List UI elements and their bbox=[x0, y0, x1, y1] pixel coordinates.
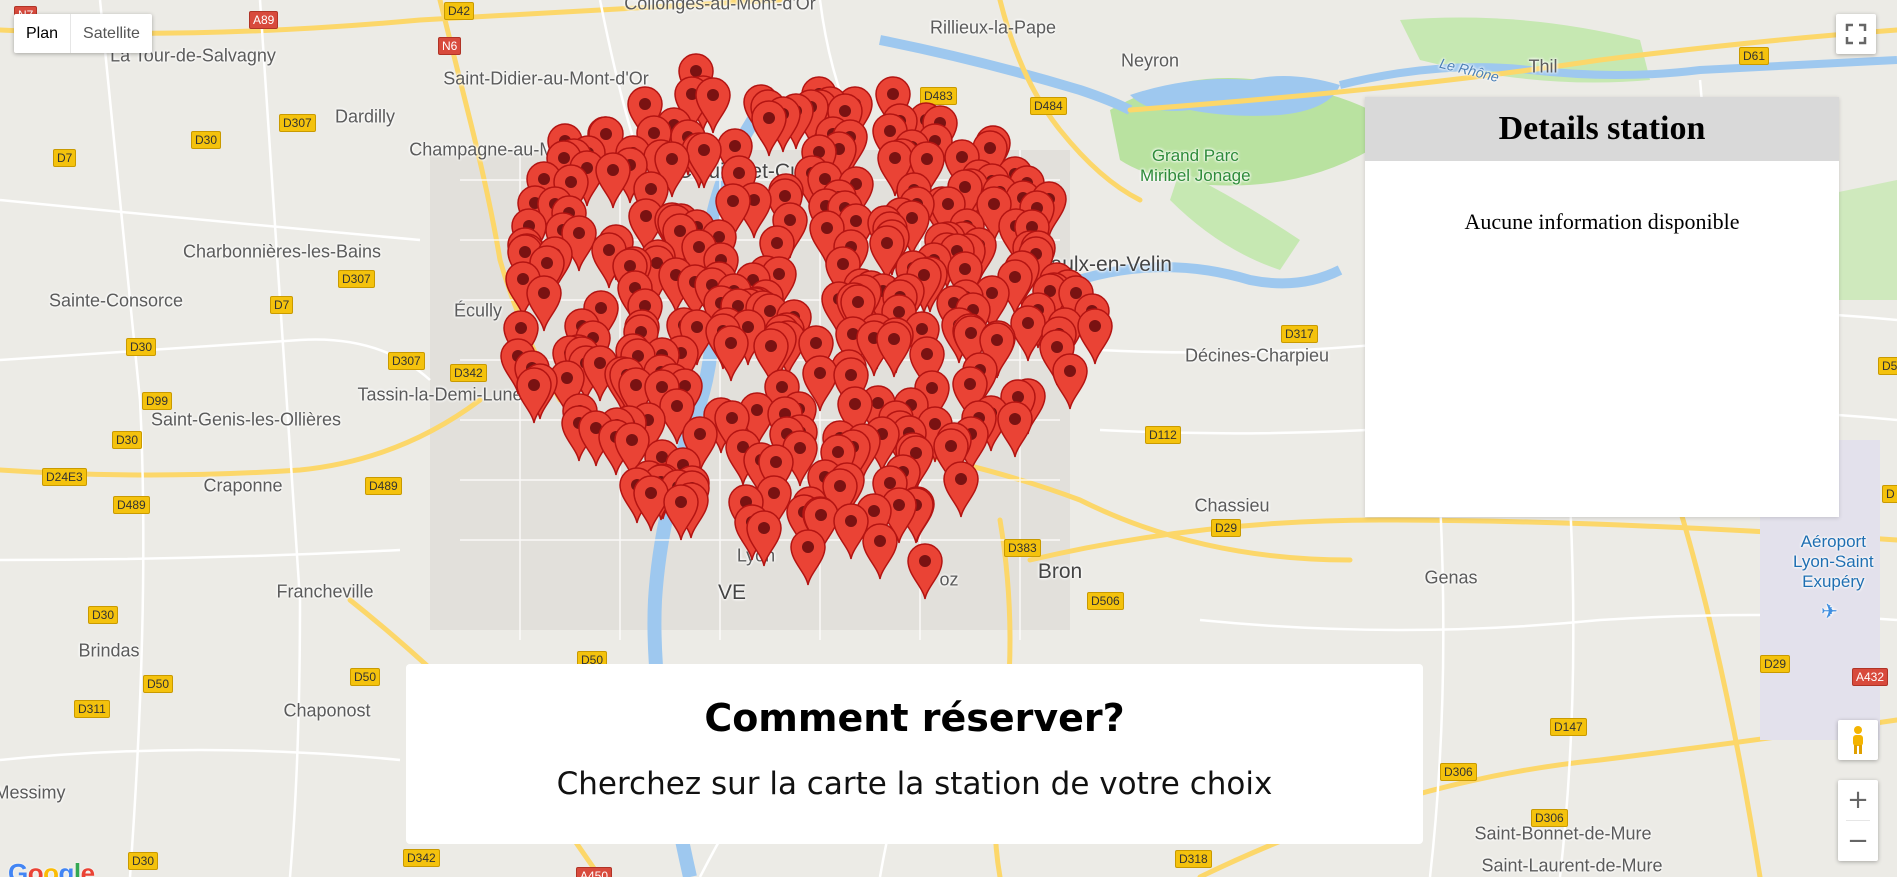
minus-icon: − bbox=[1847, 826, 1869, 856]
reservation-instructions-panel: Comment réserver? Cherchez sur la carte … bbox=[406, 664, 1423, 844]
place-label: Chassieu bbox=[1194, 495, 1270, 516]
place-label: Genas bbox=[1424, 567, 1478, 588]
road-shield: D307 bbox=[279, 114, 316, 132]
road-shield: D30 bbox=[126, 338, 157, 356]
place-label: Saint-Laurent-de-Mure bbox=[1481, 855, 1663, 876]
road-shield: D307 bbox=[388, 352, 425, 370]
road-shield: D112 bbox=[1145, 426, 1181, 444]
station-details-panel: Details station Aucune information dispo… bbox=[1365, 97, 1839, 517]
map-type-control: Plan Satellite bbox=[14, 14, 152, 53]
station-marker[interactable] bbox=[789, 528, 827, 586]
road-shield: D29 bbox=[1211, 519, 1242, 537]
road-shield: D342 bbox=[403, 849, 440, 867]
road-shield: D bbox=[1882, 485, 1897, 503]
place-label: Décines-Charpieu bbox=[1184, 345, 1330, 366]
road-shield: D317 bbox=[1281, 325, 1318, 343]
place-label: Tassin-la-Demi-Lune bbox=[357, 384, 523, 405]
road-shield: A432 bbox=[1852, 668, 1889, 686]
road-shield: D50 bbox=[350, 668, 381, 686]
road-shield: D484 bbox=[1030, 97, 1067, 115]
details-title: Details station bbox=[1498, 110, 1706, 147]
road-shield: A450 bbox=[576, 867, 613, 877]
station-marker[interactable] bbox=[1051, 352, 1089, 410]
place-label: VE bbox=[717, 581, 747, 604]
map-type-satellite-button[interactable]: Satellite bbox=[71, 14, 152, 53]
park-label: Grand Parc Miribel Jonage bbox=[1140, 146, 1251, 185]
place-label: Charbonnières-les-Bains bbox=[182, 241, 382, 262]
google-logo: Google bbox=[8, 858, 95, 877]
road-shield: D506 bbox=[1087, 592, 1124, 610]
place-label: Francheville bbox=[276, 581, 374, 602]
road-shield: D24E3 bbox=[42, 468, 87, 486]
place-label: Brindas bbox=[78, 640, 140, 661]
road-shield: D7 bbox=[270, 296, 294, 314]
station-marker[interactable] bbox=[906, 542, 944, 600]
place-label: Dardilly bbox=[334, 106, 396, 127]
airport-label: Aéroport Lyon-Saint Exupéry bbox=[1793, 532, 1874, 591]
reserve-subtitle: Cherchez sur la carte la station de votr… bbox=[556, 766, 1273, 802]
place-label: Collonges-au-Mont-d'Or bbox=[624, 0, 816, 14]
road-shield: D30 bbox=[88, 606, 119, 624]
map-type-plan-button[interactable]: Plan bbox=[14, 14, 70, 53]
road-shield: D489 bbox=[113, 496, 150, 514]
place-label: Rillieux-la-Pape bbox=[929, 17, 1057, 38]
place-label: Neyron bbox=[1120, 50, 1180, 71]
station-marker[interactable] bbox=[942, 460, 980, 518]
place-label: Craponne bbox=[203, 475, 283, 496]
road-shield: N6 bbox=[438, 37, 462, 55]
street-view-pegman-button[interactable] bbox=[1838, 720, 1878, 760]
road-shield: D318 bbox=[1175, 850, 1212, 868]
pegman-icon bbox=[1853, 726, 1863, 754]
fullscreen-button[interactable] bbox=[1836, 14, 1876, 54]
place-label: Bron bbox=[1037, 560, 1083, 583]
station-marker[interactable] bbox=[515, 366, 553, 424]
fullscreen-icon bbox=[1845, 23, 1867, 45]
road-shield: D147 bbox=[1550, 718, 1587, 736]
plus-icon: + bbox=[1847, 785, 1869, 815]
road-shield: D30 bbox=[191, 131, 222, 149]
reserve-title: Comment réserver? bbox=[704, 696, 1125, 740]
road-shield: D489 bbox=[365, 477, 402, 495]
place-label: Chaponost bbox=[283, 700, 371, 721]
station-marker[interactable] bbox=[861, 522, 899, 580]
road-shield: D5 bbox=[1878, 357, 1897, 375]
road-shield: D99 bbox=[142, 392, 173, 410]
road-shield: D383 bbox=[1004, 539, 1041, 557]
place-label: Écully bbox=[453, 300, 503, 321]
details-message: Aucune information disponible bbox=[1464, 209, 1740, 234]
airport-icon: ✈ bbox=[1821, 601, 1838, 623]
station-marker[interactable] bbox=[745, 509, 783, 567]
road-shield: D307 bbox=[338, 270, 375, 288]
road-shield: D30 bbox=[128, 852, 159, 870]
road-shield: D342 bbox=[450, 364, 487, 382]
zoom-out-button[interactable]: − bbox=[1838, 821, 1878, 861]
station-marker[interactable] bbox=[996, 400, 1034, 458]
place-label: Thil bbox=[1528, 56, 1558, 77]
place-label: Saint-Genis-les-Ollières bbox=[150, 409, 342, 430]
details-header: Details station bbox=[1365, 97, 1839, 161]
zoom-control: + − bbox=[1838, 780, 1878, 861]
road-shield: D50 bbox=[143, 675, 174, 693]
place-label: Saint-Didier-au-Mont-d'Or bbox=[443, 68, 649, 89]
station-marker[interactable] bbox=[750, 99, 788, 157]
place-label: Sainte-Consorce bbox=[48, 290, 184, 311]
road-shield: D61 bbox=[1739, 47, 1770, 65]
station-marker[interactable] bbox=[662, 483, 700, 541]
road-shield: D7 bbox=[53, 149, 77, 167]
road-shield: D29 bbox=[1760, 655, 1791, 673]
road-shield: D306 bbox=[1531, 809, 1568, 827]
station-marker[interactable] bbox=[875, 320, 913, 378]
road-shield: D311 bbox=[74, 700, 110, 718]
road-shield: D30 bbox=[112, 431, 143, 449]
road-shield: D306 bbox=[1440, 763, 1477, 781]
station-marker[interactable] bbox=[712, 324, 750, 382]
place-label: Messimy bbox=[0, 782, 66, 803]
road-shield: A89 bbox=[249, 11, 279, 29]
road-shield: D42 bbox=[444, 2, 475, 20]
zoom-in-button[interactable]: + bbox=[1838, 780, 1878, 820]
